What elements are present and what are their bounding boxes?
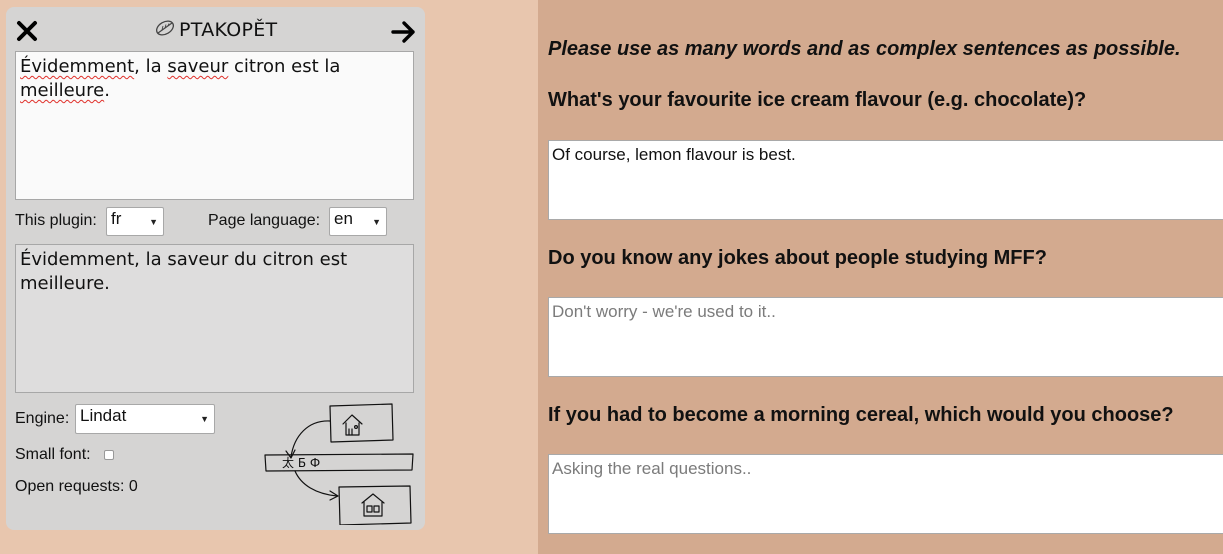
ptakopet-plugin-panel: PTAKOPĚT Évidemment, la saveur citron es… — [6, 7, 425, 530]
source-text-fragment: citron est la — [228, 56, 341, 77]
plugin-title: PTAKOPĚT — [154, 17, 277, 43]
source-word-misspelled: Évidemment — [20, 56, 135, 77]
translation-flow-illustration: 太 Б Ф — [262, 403, 414, 526]
small-font-checkbox[interactable] — [104, 450, 114, 460]
backtranslation-output: Évidemment, la saveur du citron est meil… — [15, 244, 414, 393]
page-language-label: Page language: — [208, 212, 321, 229]
source-text-fragment: , la — [134, 56, 168, 77]
page-language-select[interactable]: en ▼ — [329, 207, 387, 236]
question-2-answer[interactable]: Don't worry - we're used to it.. — [548, 297, 1223, 377]
illustration-glyphs: 太 Б Ф — [282, 455, 320, 470]
plugin-language-value: fr — [111, 209, 122, 228]
form-instructions: Please use as many words and as complex … — [548, 38, 1181, 60]
engine-select[interactable]: Lindat ▼ — [75, 404, 215, 434]
question-3-label: If you had to become a morning cereal, w… — [548, 404, 1174, 426]
plugin-language-select[interactable]: fr ▼ — [106, 207, 164, 236]
chevron-down-icon: ▼ — [372, 216, 381, 227]
source-text-fragment: . — [104, 80, 110, 101]
question-1-answer[interactable]: Of course, lemon flavour is best. — [548, 140, 1223, 220]
arrow-right-icon[interactable] — [391, 20, 417, 44]
source-word-misspelled: saveur — [167, 56, 229, 77]
question-3-answer[interactable]: Asking the real questions.. — [548, 454, 1223, 534]
source-word-misspelled: meilleure — [20, 80, 105, 101]
plugin-title-text: PTAKOPĚT — [179, 19, 278, 41]
leaf-icon — [154, 18, 176, 43]
question-2-label: Do you know any jokes about people study… — [548, 247, 1047, 269]
chevron-down-icon: ▼ — [200, 414, 209, 424]
this-plugin-label: This plugin: — [15, 212, 97, 229]
engine-value: Lindat — [80, 406, 127, 425]
close-icon[interactable] — [16, 20, 38, 42]
engine-label: Engine: — [15, 410, 70, 427]
open-requests-status: Open requests: 0 — [15, 478, 138, 495]
question-1-label: What's your favourite ice cream flavour … — [548, 89, 1087, 111]
source-text-input[interactable]: Évidemment, la saveur citron est la meil… — [15, 51, 414, 200]
page-language-value: en — [334, 209, 353, 228]
small-font-label: Small font: — [15, 446, 91, 463]
chevron-down-icon: ▼ — [149, 216, 158, 227]
